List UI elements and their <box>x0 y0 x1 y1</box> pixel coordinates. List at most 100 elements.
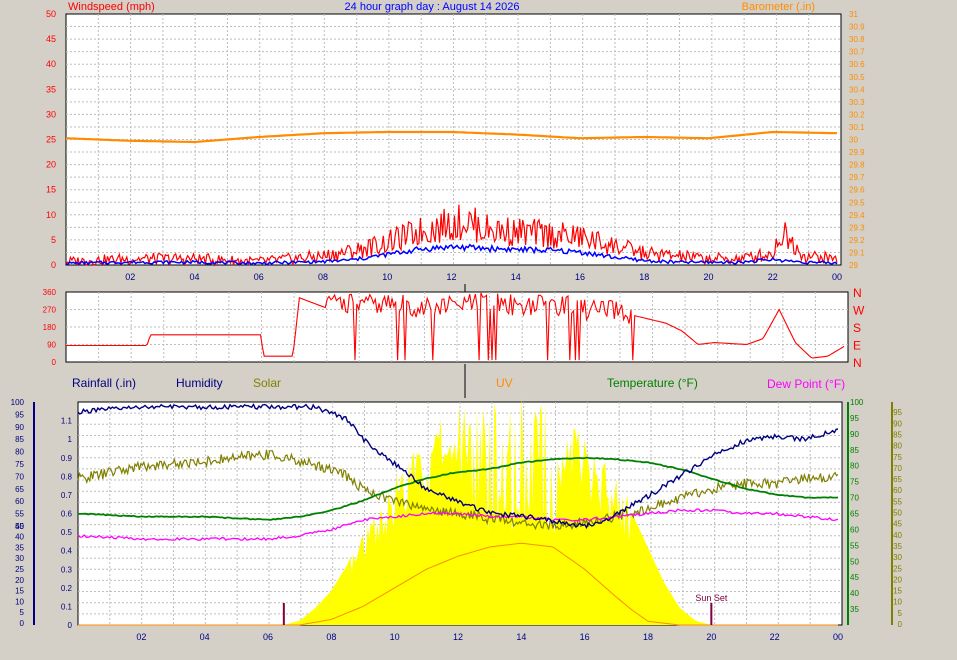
barometer-axis-label: Barometer (.in) <box>742 1 815 13</box>
solar-tick-label: 0 <box>898 620 903 629</box>
windspeed-tick-label: 30 <box>46 109 56 119</box>
windspeed-tick-label: 10 <box>46 210 56 220</box>
time-tick-label: 00 <box>833 632 843 642</box>
time-tick-label: 04 <box>200 632 210 642</box>
humidity-tick-label-lower: 45 <box>15 522 24 531</box>
humidity-tick-label-lower: 0 <box>20 619 25 628</box>
time-tick-label: 04 <box>189 272 199 282</box>
barometer-tick-label: 29.8 <box>849 161 865 170</box>
legend-rainfall: Rainfall (.in) <box>72 376 136 390</box>
barometer-tick-label: 29.4 <box>849 211 865 220</box>
barometer-tick-label: 29 <box>849 261 858 270</box>
legend-uv: UV <box>496 376 513 390</box>
humidity-tick-label: 85 <box>15 435 24 444</box>
humidity-tick-label-lower: 20 <box>15 576 24 585</box>
direction-tick-label: 180 <box>43 323 57 332</box>
solar-tick-label: 60 <box>893 486 902 495</box>
windspeed-tick-label: 0 <box>51 260 56 270</box>
barometer-tick-label: 30.9 <box>849 23 865 32</box>
barometer-tick-label: 30.1 <box>849 123 865 132</box>
time-tick-label: 22 <box>770 632 780 642</box>
solar-tick-label: 5 <box>898 609 903 618</box>
rainfall-tick-label: 0.4 <box>61 547 73 556</box>
temperature-tick-label: 85 <box>850 446 859 455</box>
time-tick-label: 18 <box>639 272 649 282</box>
solar-tick-label: 10 <box>893 598 902 607</box>
humidity-tick-label-lower: 15 <box>15 587 24 596</box>
barometer-tick-label: 30 <box>849 136 858 145</box>
humidity-tick-label: 65 <box>15 485 24 494</box>
solar-tick-label: 90 <box>893 419 902 428</box>
solar-tick-label: 45 <box>893 520 902 529</box>
compass-label: S <box>853 321 861 335</box>
solar-tick-label: 40 <box>893 531 902 540</box>
temperature-tick-label: 65 <box>850 510 859 519</box>
humidity-tick-label: 95 <box>15 410 24 419</box>
direction-tick-label: 270 <box>43 306 57 315</box>
time-tick-label: 08 <box>318 272 328 282</box>
barometer-tick-label: 30.5 <box>849 73 865 82</box>
windspeed-tick-label: 25 <box>46 135 56 145</box>
barometer-tick-label: 30.2 <box>849 110 865 119</box>
solar-tick-label: 80 <box>893 442 902 451</box>
solar-tick-label: 85 <box>893 430 902 439</box>
time-tick-label: 06 <box>263 632 273 642</box>
humidity-tick-label-lower: 30 <box>15 554 24 563</box>
legend-dew-point: Dew Point (°F) <box>767 377 845 391</box>
barometer-tick-label: 29.6 <box>849 186 865 195</box>
rainfall-tick-label: 1 <box>68 435 73 444</box>
time-tick-label: 06 <box>254 272 264 282</box>
solar-tick-label: 30 <box>893 553 902 562</box>
temperature-tick-label: 70 <box>850 494 859 503</box>
rainfall-tick-label: 0.3 <box>61 565 73 574</box>
temperature-tick-label: 50 <box>850 557 859 566</box>
legend-humidity: Humidity <box>176 376 223 390</box>
humidity-tick-label-lower: 10 <box>15 597 24 606</box>
rainfall-tick-label: 0.5 <box>61 528 73 537</box>
direction-tick-label: 360 <box>43 288 57 297</box>
barometer-tick-label: 29.2 <box>849 236 865 245</box>
time-tick-label: 22 <box>768 272 778 282</box>
compass-label: W <box>853 304 865 318</box>
temperature-tick-label: 80 <box>850 462 859 471</box>
barometer-tick-label: 29.3 <box>849 223 865 232</box>
humidity-tick-label: 100 <box>11 398 25 407</box>
windspeed-axis-label: Windspeed (mph) <box>68 1 155 13</box>
solar-tick-label: 35 <box>893 542 902 551</box>
humidity-tick-label-lower: 5 <box>20 608 25 617</box>
solar-tick-label: 70 <box>893 464 902 473</box>
wind-barometer-panel: 0 5 10 15 20 25 30 35 40 45 50 29 29.1 29.2 29.3 29.4 2… <box>46 1 865 282</box>
barometer-tick-label: 30.3 <box>849 98 865 107</box>
time-tick-label: 08 <box>326 632 336 642</box>
time-tick-label: 02 <box>136 632 146 642</box>
humidity-tick-label-lower: 25 <box>15 565 24 574</box>
solar-tick-label: 25 <box>893 564 902 573</box>
barometer-tick-label: 30.7 <box>849 48 865 57</box>
barometer-tick-label: 30.6 <box>849 60 865 69</box>
time-tick-label: 02 <box>125 272 135 282</box>
humidity-tick-label: 55 <box>15 510 24 519</box>
solar-tick-label: 95 <box>893 408 902 417</box>
wind-direction-panel: 090180270360 NWSEN <box>43 286 865 370</box>
humidity-tick-label-lower: 35 <box>15 543 24 552</box>
rainfall-tick-label: 1.1 <box>61 417 73 426</box>
solar-tick-label: 15 <box>893 587 902 596</box>
windspeed-tick-label: 5 <box>51 235 56 245</box>
time-tick-label: 18 <box>643 632 653 642</box>
rainfall-tick-label: 0.6 <box>61 510 73 519</box>
direction-tick-label: 90 <box>47 341 56 350</box>
barometer-tick-label: 29.1 <box>849 248 865 257</box>
humidity-tick-label: 90 <box>15 423 24 432</box>
time-tick-label: 16 <box>575 272 585 282</box>
solar-tick-label: 50 <box>893 509 902 518</box>
time-tick-label: 12 <box>453 632 463 642</box>
time-tick-label: 00 <box>832 272 842 282</box>
temperature-tick-label: 45 <box>850 573 859 582</box>
rainfall-tick-label: 0.2 <box>61 584 73 593</box>
humidity-tick-label: 80 <box>15 448 24 457</box>
solar-tick-label: 65 <box>893 475 902 484</box>
time-tick-label: 14 <box>511 272 521 282</box>
solar-tick-label: 55 <box>893 497 902 506</box>
time-tick-label: 14 <box>516 632 526 642</box>
humidity-tick-label: 75 <box>15 460 24 469</box>
